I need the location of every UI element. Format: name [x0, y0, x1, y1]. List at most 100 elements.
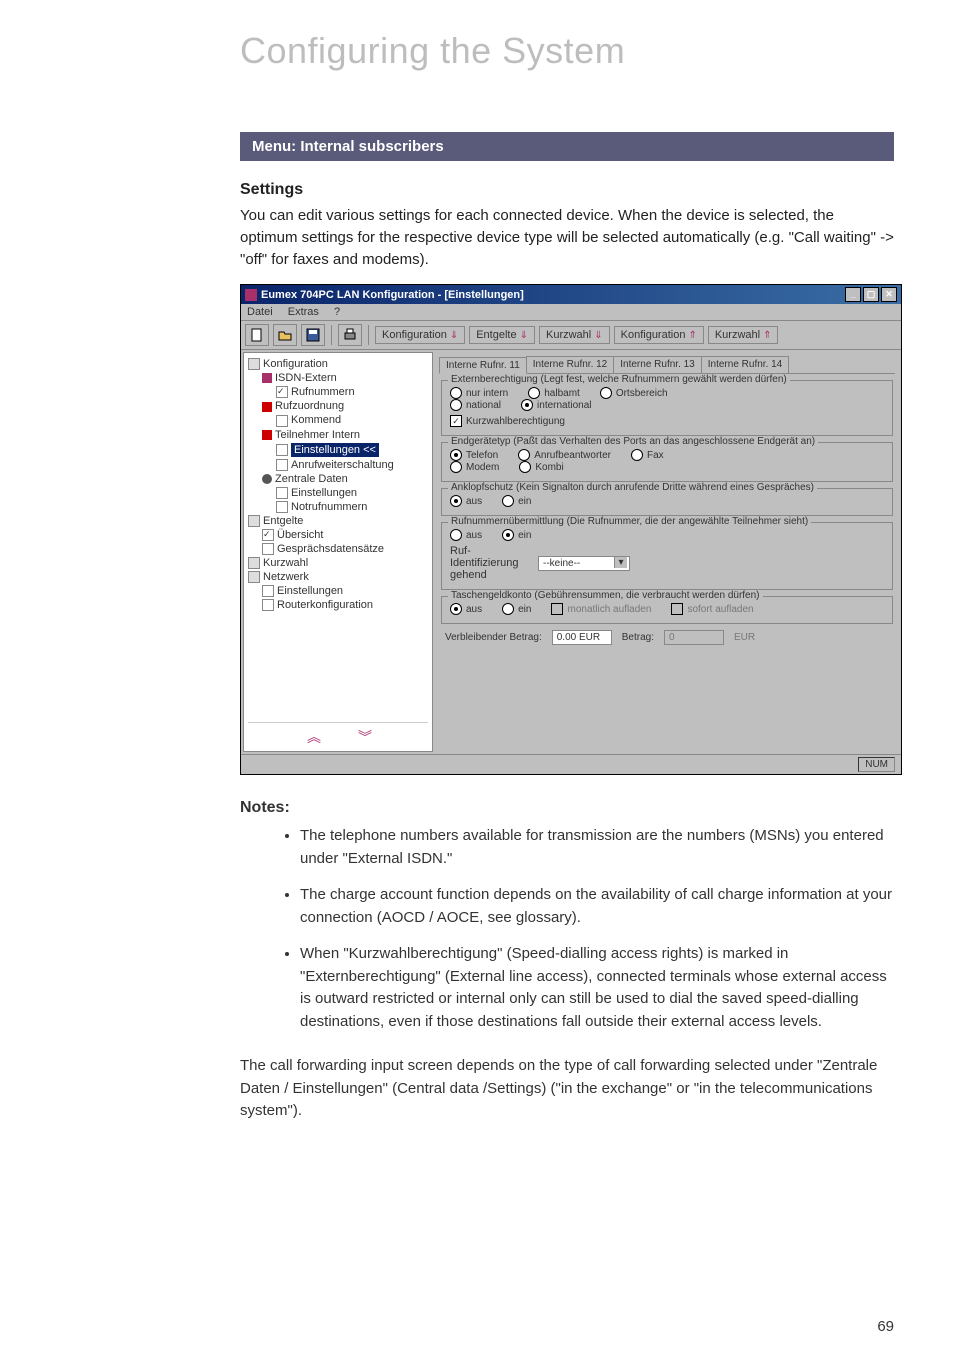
tree-uebersicht[interactable]: Übersicht: [277, 529, 323, 541]
ruf-id-label: Ruf-Identifizierung gehend: [450, 545, 530, 581]
collapse-up-icon[interactable]: ︽: [307, 727, 318, 747]
group-title: Endgerätetyp (Paßt das Verhalten des Por…: [448, 436, 818, 447]
page-icon: [248, 571, 260, 583]
open-button[interactable]: [273, 324, 297, 346]
tree-netz-einst[interactable]: Einstellungen: [277, 585, 343, 597]
radio-fax[interactable]: Fax: [631, 449, 664, 461]
radio-halbamt[interactable]: halbamt: [528, 387, 580, 399]
box-icon: [262, 585, 274, 597]
konfiguration-upload[interactable]: Konfiguration⇑: [614, 326, 704, 344]
tab-rufnr-13[interactable]: Interne Rufnr. 13: [613, 356, 702, 373]
app-window: Eumex 704PC LAN Konfiguration - [Einstel…: [240, 284, 902, 775]
page-icon: [248, 557, 260, 569]
tree-zentrale[interactable]: Zentrale Daten: [275, 473, 348, 485]
print-button[interactable]: [338, 324, 362, 346]
expand-down-icon[interactable]: ︾: [358, 727, 369, 747]
remaining-label: Verbleibender Betrag:: [445, 632, 542, 643]
check-sofort: sofort aufladen: [671, 603, 753, 615]
group-title: Rufnummernübermittlung (Die Rufnummer, d…: [448, 516, 811, 527]
box-icon: [276, 487, 288, 499]
tree-konfiguration[interactable]: Konfiguration: [263, 358, 328, 370]
tree-notruf[interactable]: Notrufnummern: [291, 501, 367, 513]
tab-rufnr-14[interactable]: Interne Rufnr. 14: [701, 356, 790, 373]
app-icon: [245, 289, 257, 301]
tree-teilnehmer[interactable]: Teilnehmer Intern: [275, 429, 360, 441]
radio-modem[interactable]: Modem: [450, 461, 499, 473]
note-item: When "Kurzwahlberechtigung" (Speed-diall…: [300, 943, 894, 1033]
radio-ank-ein[interactable]: ein: [502, 495, 531, 507]
page-icon: [248, 515, 260, 527]
box-icon: [276, 415, 288, 427]
folder-icon: [262, 402, 272, 412]
menu-extras[interactable]: Extras: [288, 306, 319, 318]
check-kurzwahlberechtigung[interactable]: Kurzwahlberechtigung: [450, 415, 884, 427]
page-number: 69: [877, 1318, 894, 1335]
betrag-unit: EUR: [734, 632, 755, 643]
tree-entgelte[interactable]: Entgelte: [263, 515, 303, 527]
radio-ortsbereich[interactable]: Ortsbereich: [600, 387, 668, 399]
radio-ruf-aus[interactable]: aus: [450, 529, 482, 541]
page-icon: [248, 358, 260, 370]
menu-datei[interactable]: Datei: [247, 306, 273, 318]
radio-telefon[interactable]: Telefon: [450, 449, 498, 461]
kurzwahl-upload[interactable]: Kurzwahl⇑: [708, 326, 779, 344]
new-button[interactable]: [245, 324, 269, 346]
radio-international[interactable]: international: [521, 399, 591, 411]
status-num: NUM: [858, 757, 895, 772]
check-icon: [262, 529, 274, 541]
menu-help[interactable]: ?: [334, 306, 340, 318]
toolbar: Konfiguration⇓ Entgelte⇓ Kurzwahl⇓ Konfi…: [241, 321, 901, 350]
radio-kombi[interactable]: Kombi: [519, 461, 563, 473]
radio-ruf-ein[interactable]: ein: [502, 529, 531, 541]
content-pane: Interne Rufnr. 11 Interne Rufnr. 12 Inte…: [435, 352, 899, 752]
closing-paragraph: The call forwarding input screen depends…: [240, 1055, 894, 1123]
maximize-button[interactable]: ▢: [863, 287, 879, 302]
tabs: Interne Rufnr. 11 Interne Rufnr. 12 Inte…: [439, 356, 895, 374]
kurzwahl-download[interactable]: Kurzwahl⇓: [539, 326, 610, 344]
radio-tasch-aus[interactable]: aus: [450, 603, 482, 615]
tree-gespraechsdaten[interactable]: Gesprächsdatensätze: [277, 543, 384, 555]
notes-list: The telephone numbers available for tran…: [240, 825, 894, 1033]
tree-rufnummern[interactable]: Rufnummern: [291, 386, 355, 398]
settings-text: You can edit various settings for each c…: [240, 205, 894, 270]
titlebar: Eumex 704PC LAN Konfiguration - [Einstel…: [241, 285, 901, 304]
tree-router[interactable]: Routerkonfiguration: [277, 599, 373, 611]
radio-ank-aus[interactable]: aus: [450, 495, 482, 507]
tab-rufnr-12[interactable]: Interne Rufnr. 12: [526, 356, 615, 373]
group-endgeraetetyp: Endgerätetyp (Paßt das Verhalten des Por…: [441, 442, 893, 482]
radio-nur-intern[interactable]: nur intern: [450, 387, 508, 399]
minimize-button[interactable]: _: [845, 287, 861, 302]
arrow-down-icon: ⇓: [450, 330, 458, 341]
close-button[interactable]: ✕: [881, 287, 897, 302]
tree-isdn-extern[interactable]: ISDN-Extern: [275, 372, 337, 384]
gear-icon: [262, 474, 272, 484]
entgelte-download[interactable]: Entgelte⇓: [469, 326, 535, 344]
tree-anrufweiterschaltung[interactable]: Anrufweiterschaltung: [291, 459, 394, 471]
check-icon: [276, 386, 288, 398]
tree-kurzwahl[interactable]: Kurzwahl: [263, 557, 308, 569]
menubar: Datei Extras ?: [241, 304, 901, 321]
tree-netzwerk[interactable]: Netzwerk: [263, 571, 309, 583]
save-button[interactable]: [301, 324, 325, 346]
tree-pane[interactable]: Konfiguration ISDN-Extern Rufnummern Ruf…: [243, 352, 433, 752]
group-title: Taschengeldkonto (Gebührensummen, die ve…: [448, 590, 763, 601]
box-icon: [262, 599, 274, 611]
betrag-value: 0: [664, 630, 724, 645]
tree-kommend[interactable]: Kommend: [291, 414, 341, 426]
ruf-id-select[interactable]: --keine--: [538, 556, 630, 571]
tree-zentrale-einst[interactable]: Einstellungen: [291, 487, 357, 499]
konfiguration-download[interactable]: Konfiguration⇓: [375, 326, 465, 344]
tree-einstellungen-selected[interactable]: Einstellungen <<: [291, 443, 379, 457]
tree-rufzuordnung[interactable]: Rufzuordnung: [275, 400, 344, 412]
radio-tasch-ein[interactable]: ein: [502, 603, 531, 615]
group-externberechtigung: Externberechtigung (Legt fest, welche Ru…: [441, 380, 893, 436]
people-icon: [262, 430, 272, 440]
radio-anrufbeantworter[interactable]: Anrufbeantworter: [518, 449, 611, 461]
group-taschengeldkonto: Taschengeldkonto (Gebührensummen, die ve…: [441, 596, 893, 624]
box-icon: [276, 459, 288, 471]
radio-national[interactable]: national: [450, 399, 501, 411]
group-rufnummernuebermittlung: Rufnummernübermittlung (Die Rufnummer, d…: [441, 522, 893, 590]
betrag-label: Betrag:: [622, 632, 654, 643]
box-icon: [276, 444, 288, 456]
tab-rufnr-11[interactable]: Interne Rufnr. 11: [439, 357, 527, 374]
